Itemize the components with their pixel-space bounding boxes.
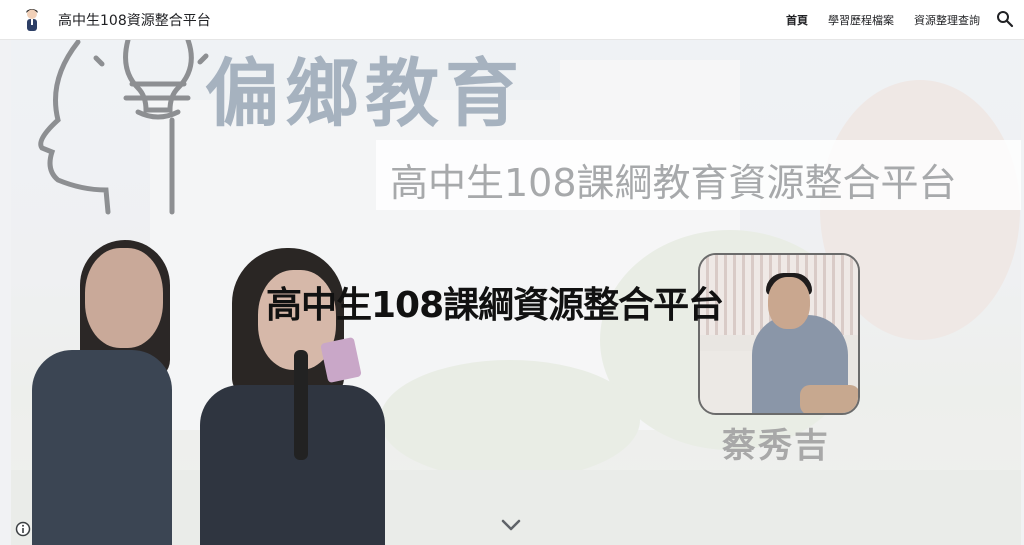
banner-headline: 偏鄉教育 bbox=[205, 51, 525, 137]
student-avatar-icon[interactable] bbox=[22, 7, 42, 33]
person-body bbox=[32, 350, 172, 545]
person-face bbox=[85, 248, 163, 348]
left-edge bbox=[0, 40, 11, 545]
person-body bbox=[200, 385, 385, 545]
info-icon[interactable] bbox=[15, 521, 31, 537]
photo-person-face bbox=[768, 277, 810, 329]
nav-item-resources[interactable]: 資源整理查詢 bbox=[914, 12, 980, 28]
microphone bbox=[294, 350, 308, 460]
head-lightbulb-icon bbox=[38, 40, 209, 215]
photo-shelf bbox=[700, 351, 760, 413]
chevron-down-icon[interactable] bbox=[500, 518, 522, 532]
banner-subtitle: 高中生108課綱教育資源整合平台 bbox=[390, 161, 957, 205]
top-nav-bar: 高中生108資源整合平台 首頁 學習歷程檔案 資源整理查詢 bbox=[0, 0, 1024, 40]
page-title: 高中生108課綱資源整合平台 bbox=[266, 285, 724, 326]
hero-banner: 偏鄉教育 高中生108課綱教育資源整合平台 蔡秀吉 高中生108課綱資源整合平台 bbox=[0, 40, 1024, 545]
profile-name: 蔡秀吉 bbox=[722, 426, 830, 466]
nav-item-portfolio[interactable]: 學習歷程檔案 bbox=[828, 12, 894, 28]
nav-item-home[interactable]: 首頁 bbox=[786, 12, 808, 28]
main-nav: 首頁 學習歷程檔案 資源整理查詢 bbox=[786, 12, 980, 28]
photo-person-legs bbox=[800, 385, 858, 413]
site-title[interactable]: 高中生108資源整合平台 bbox=[58, 10, 211, 30]
search-icon[interactable] bbox=[996, 10, 1014, 28]
